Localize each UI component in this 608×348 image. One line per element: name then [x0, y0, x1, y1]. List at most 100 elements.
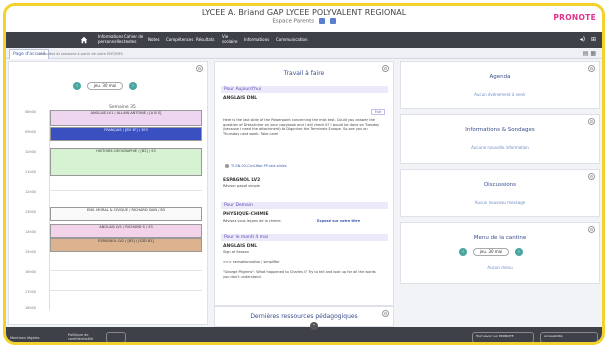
nav-vie-scolaire[interactable]: Vie scolaire [222, 34, 238, 44]
canteen-empty: Aucun menu [487, 265, 513, 270]
homework-text: "George Pilgrims": What happened to Char… [223, 270, 376, 279]
nav-resultats[interactable]: Résultats [196, 37, 214, 42]
schedule-options-icon[interactable]: ⚙ [196, 65, 203, 72]
info-options-icon[interactable]: ⚙ [588, 118, 595, 125]
time-label: 13h00 [25, 210, 37, 214]
space-selector[interactable]: Espace Parents [6, 18, 602, 25]
time-label: 18h00 [25, 306, 37, 310]
nav-cahier-textes[interactable]: Cahier de textes [124, 34, 144, 44]
info-empty: Aucune nouvelle information [471, 145, 529, 150]
agenda-title: Agenda [489, 74, 511, 80]
course-block[interactable]: HISTOIRE-GÉOGRAPHIE / [B2] / S3 [50, 148, 202, 176]
next-menu-button[interactable]: › [515, 248, 523, 256]
legal-link[interactable]: Mentions légales [10, 336, 39, 340]
course-block[interactable]: ESPAGNOL LV2 / [B3] / [S3D B1] [50, 238, 202, 252]
pronote-logo: PRONOTE [553, 13, 596, 22]
homework-title: Travail à faire [283, 70, 325, 77]
course-block[interactable]: ANGLAIS LV1 / RICHARD S / S3 [50, 224, 202, 238]
footer-logo [106, 332, 126, 342]
course-block[interactable]: FRANÇAIS / [B3 3F] / 3E3 [50, 127, 202, 141]
header: LYCEE A. Briand GAP LYCEE POLYVALENT REG… [6, 6, 602, 48]
app-frame: LYCEE A. Briand GAP LYCEE POLYVALENT REG… [3, 3, 605, 345]
section-date: Pour le mardi 4 mai [221, 234, 388, 241]
homework-link[interactable]: Exposé sur votre titre [317, 219, 360, 223]
info-panel: ⚙ Informations & Sondages Aucune nouvell… [400, 114, 600, 164]
time-label: 08h00 [25, 110, 37, 114]
grid-line [50, 290, 202, 291]
time-label: 11h00 [25, 170, 37, 174]
homework-panel: ⚙ Travail à faire Pour Aujourd'hui ANGLA… [214, 61, 394, 325]
done-badge[interactable]: Fait [371, 109, 385, 115]
time-label: 09h00 [25, 130, 37, 134]
accessibility-button[interactable]: Accessibilité [540, 332, 598, 342]
nav-competences[interactable]: Compétences [166, 37, 193, 42]
subject-anglais-dnl-2: ANGLAIS DNL [223, 244, 258, 249]
course-block[interactable]: ENS. MORAL & CIVIQUE / RICHARD SAIN / B3 [50, 207, 202, 221]
time-label: 17h00 [25, 290, 37, 294]
subject-anglais-dnl: ANGLAIS DNL [223, 96, 258, 101]
print-icon[interactable]: ▤ [583, 50, 589, 57]
discussions-panel: ⚙ Discussions Aucun nouveau message [400, 169, 600, 217]
course-block[interactable]: ANGLAIS LV1 / ALLAIN ANTOINE / [A B S] [50, 110, 202, 126]
privacy-link[interactable]: Politique de confidentialité [68, 333, 102, 341]
discussions-title: Discussions [483, 182, 517, 188]
grid-line [50, 270, 202, 271]
date-select[interactable]: jeu. 30 mai [87, 82, 123, 90]
nav-infos-perso[interactable]: Informations personnelles [98, 34, 123, 44]
home-icon[interactable] [80, 36, 88, 44]
tab-tools: ▤ ▦ [583, 50, 596, 57]
section-today: Pour Aujourd'hui [221, 86, 388, 93]
resources-panel: ⚙ Dernières ressources pédagogiques [214, 305, 394, 327]
homework-text: Réviser passé simple [223, 184, 260, 188]
school-name: LYCEE A. Briand GAP LYCEE POLYVALENT REG… [201, 8, 407, 17]
nav-informations[interactable]: Informations [244, 37, 269, 42]
sound-icon[interactable]: ◂) [580, 36, 585, 43]
homework-text: Here is the last slide of the Powerpoint… [223, 118, 380, 136]
prev-menu-button[interactable]: ‹ [459, 248, 467, 256]
grid-line [50, 190, 202, 191]
profile-icon[interactable] [318, 18, 325, 24]
cart-icon[interactable]: ⊞ [591, 36, 596, 43]
agenda-panel: ⚙ Agenda Aucun événement à venir [400, 61, 600, 109]
canteen-options-icon[interactable]: ⚙ [588, 226, 595, 233]
settings-icon[interactable] [329, 18, 336, 24]
time-label: 15h00 [25, 250, 37, 254]
homework-text: >>> sensationnalise / simplifier [223, 260, 280, 264]
canteen-panel: ⚙ Menu de la cantine ‹ jeu. 30 mai › Auc… [400, 222, 600, 284]
tab-ent-info: Consultez et saisissez à partir de votre… [38, 52, 123, 56]
discussions-empty: Aucun nouveau message [474, 200, 526, 205]
agenda-empty: Aucun événement à venir [474, 92, 526, 97]
nav-right-icons: ◂) ⊞ [580, 36, 596, 43]
time-column: 08h00 09h00 10h00 11h00 12h00 13h00 14h0… [25, 110, 47, 310]
layout-icon[interactable]: ▦ [590, 50, 596, 57]
time-label: 16h00 [25, 270, 37, 274]
attachment-link[interactable]: TI-SN-03-Civil-War-PP-last-slides [231, 164, 287, 168]
canteen-date-select[interactable]: jeu. 30 mai [473, 248, 509, 256]
tab-bar: Page d'accueil Consultez et saisissez à … [6, 48, 602, 59]
discussions-options-icon[interactable]: ⚙ [588, 173, 595, 180]
schedule-panel: ⚙ ‹ jeu. 30 mai › Semaine 35 08h00 09h00… [8, 61, 208, 325]
next-day-button[interactable]: › [129, 82, 137, 90]
resources-title: Dernières ressources pédagogiques [250, 313, 358, 320]
time-label: 12h00 [25, 190, 37, 194]
prev-day-button[interactable]: ‹ [73, 82, 81, 90]
nav-notes[interactable]: Notes [148, 37, 160, 42]
pronote-app-button[interactable]: Tout savoir sur PRONOTE [472, 332, 534, 342]
homework-text: Sign of Season [223, 250, 249, 254]
agenda-options-icon[interactable]: ⚙ [588, 65, 595, 72]
nav-communication[interactable]: Communication [276, 37, 308, 42]
timetable-grid: ANGLAIS LV1 / ALLAIN ANTOINE / [A B S] F… [49, 110, 202, 310]
time-label: 10h00 [25, 150, 37, 154]
section-tomorrow: Pour Demain [221, 202, 388, 209]
info-title: Informations & Sondages [465, 127, 535, 133]
main-navbar: Informations personnelles Cahier de text… [6, 32, 602, 48]
space-label: Espace Parents [272, 18, 315, 25]
homework-text: Révisez vous leçons de la chimie. [223, 219, 282, 223]
subject-espagnol: ESPAGNOL LV2 [223, 178, 261, 183]
dashboard: ⚙ ‹ jeu. 30 mai › Semaine 35 08h00 09h00… [6, 59, 602, 327]
attachment-icon [225, 164, 229, 168]
footer: ⌃ Mentions légales Politique de confiden… [6, 322, 602, 342]
time-label: 14h00 [25, 230, 37, 234]
scroll-top-button[interactable]: ⌃ [310, 322, 318, 330]
subject-physique: PHYSIQUE-CHIMIE [223, 212, 269, 217]
